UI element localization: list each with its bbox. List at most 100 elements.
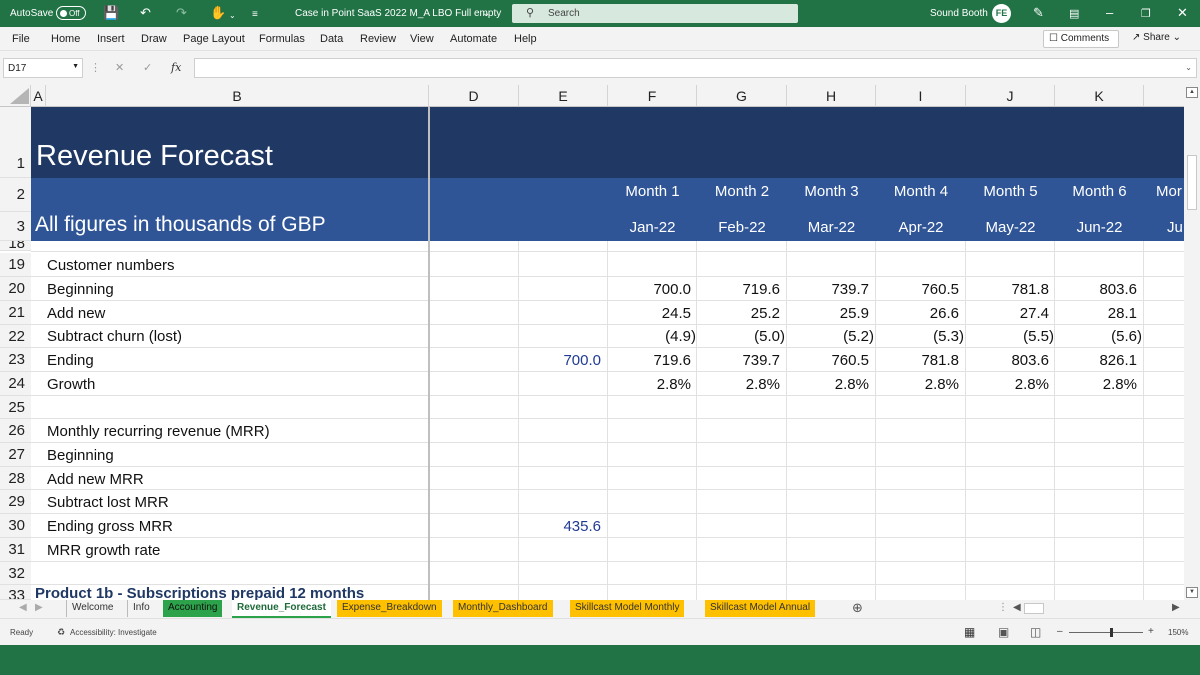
month-header[interactable]: Month 2	[697, 183, 787, 200]
row-header-29[interactable]: 29	[0, 490, 31, 514]
value-cell[interactable]: 739.7	[697, 352, 780, 369]
value-cell[interactable]: 2.8%	[966, 376, 1049, 393]
column-header-d[interactable]: D	[429, 85, 519, 107]
add-sheet-icon[interactable]: ⊕	[847, 600, 868, 617]
value-cell[interactable]: (5.6)	[1055, 328, 1142, 345]
value-cell[interactable]: (5.2)	[787, 328, 874, 345]
column-header-a[interactable]: A	[31, 85, 46, 107]
menu-review[interactable]: Review	[360, 33, 396, 45]
row-header-27[interactable]: 27	[0, 443, 31, 467]
cancel-icon[interactable]: ✕	[115, 61, 124, 74]
value-cell[interactable]: 719.6	[697, 281, 780, 298]
accessibility-status[interactable]: Accessibility: Investigate	[70, 628, 157, 637]
row-header-30[interactable]: 30	[0, 514, 31, 538]
name-box[interactable]: D17 ▼	[3, 58, 83, 78]
row-header-19[interactable]: 19	[0, 253, 31, 277]
sheet-tab-skillcast-annual[interactable]: Skillcast Model Annual	[705, 600, 816, 617]
value-cell[interactable]: 2.8%	[876, 376, 959, 393]
enter-icon[interactable]: ✓	[143, 61, 152, 74]
scroll-right-icon[interactable]: ▶	[1167, 600, 1185, 617]
row-header-32[interactable]: 32	[0, 562, 31, 585]
expand-formula-icon[interactable]: ⌄	[1185, 63, 1192, 72]
row-header-20[interactable]: 20	[0, 277, 31, 301]
row-label[interactable]: Growth	[47, 376, 95, 393]
input-cell[interactable]: 700.0	[519, 352, 601, 369]
month-header[interactable]: Month 5	[966, 183, 1055, 200]
minimize-icon[interactable]: –	[1106, 5, 1113, 21]
name-box-chevron-icon[interactable]: ▼	[72, 63, 79, 70]
accessibility-icon[interactable]: ♻	[57, 627, 65, 638]
column-header-f[interactable]: F	[608, 85, 697, 107]
value-cell[interactable]: (5.5)	[966, 328, 1054, 345]
value-cell[interactable]: 739.7	[787, 281, 869, 298]
column-header-b[interactable]: B	[46, 85, 429, 107]
search-box[interactable]: ⚲ Search	[512, 4, 798, 23]
value-cell[interactable]: 760.5	[787, 352, 869, 369]
value-cell[interactable]: 700.0	[608, 281, 691, 298]
value-cell[interactable]: 719.6	[608, 352, 691, 369]
row-label[interactable]: Ending gross MRR	[47, 518, 173, 535]
page-break-view-icon[interactable]: ◫	[1030, 625, 1041, 639]
horizontal-scrollbar-thumb[interactable]	[1024, 603, 1044, 614]
formula-options-icon[interactable]: ⋮	[90, 61, 101, 74]
value-cell[interactable]: 803.6	[966, 352, 1049, 369]
sheet-tab-welcome[interactable]: Welcome	[66, 600, 119, 617]
row-label[interactable]: Ending	[47, 352, 94, 369]
normal-view-icon[interactable]: ▦	[964, 625, 975, 639]
row-header-2[interactable]: 2	[0, 178, 31, 212]
zoom-in-icon[interactable]: +	[1148, 626, 1154, 637]
menu-page-layout[interactable]: Page Layout	[183, 33, 245, 45]
value-cell[interactable]: 2.8%	[608, 376, 691, 393]
ribbon-display-icon[interactable]: ▤	[1069, 6, 1079, 22]
value-cell[interactable]: 2.8%	[787, 376, 869, 393]
sheet-tab-expense-breakdown[interactable]: Expense_Breakdown	[337, 600, 442, 617]
sheet-tab-skillcast-monthly[interactable]: Skillcast Model Monthly	[570, 600, 685, 617]
month-header[interactable]: Month 3	[787, 183, 876, 200]
value-cell[interactable]: (5.0)	[697, 328, 785, 345]
scrollbar-thumb[interactable]	[1187, 155, 1197, 210]
page-layout-view-icon[interactable]: ▣	[998, 625, 1009, 639]
sheet-tab-info[interactable]: Info	[127, 600, 155, 617]
insert-function-icon[interactable]: fx	[171, 61, 181, 74]
worksheet-grid[interactable]: A B D E F G H I J K 1 2 3 18 19 20 21 22…	[0, 85, 1184, 600]
month-header[interactable]: Month 1	[608, 183, 697, 200]
row-header-31[interactable]: 31	[0, 538, 31, 562]
next-sheet-icon[interactable]: ▶	[30, 600, 48, 617]
formula-input[interactable]: ⌄	[194, 58, 1197, 78]
value-cell[interactable]: (4.9)	[608, 328, 696, 345]
menu-data[interactable]: Data	[320, 33, 343, 45]
value-cell[interactable]: 24.5	[608, 305, 691, 322]
sheet-subtitle[interactable]: All figures in thousands of GBP	[35, 213, 326, 237]
menu-file[interactable]: File	[12, 33, 30, 45]
value-cell[interactable]: 781.8	[876, 352, 959, 369]
value-cell[interactable]: 2.8%	[1055, 376, 1137, 393]
value-cell[interactable]: 26.6	[876, 305, 959, 322]
row-label[interactable]: Subtract lost MRR	[47, 494, 169, 511]
month-header[interactable]: Month 4	[876, 183, 966, 200]
touch-mode-icon[interactable]: ✋	[210, 5, 226, 21]
row-label[interactable]: Add new	[47, 305, 105, 322]
row-header-26[interactable]: 26	[0, 419, 31, 443]
row-header-28[interactable]: 28	[0, 467, 31, 490]
vertical-scrollbar[interactable]: ▲ ▼	[1184, 85, 1200, 600]
menu-automate[interactable]: Automate	[450, 33, 497, 45]
row-label[interactable]: Beginning	[47, 281, 114, 298]
zoom-slider-thumb[interactable]	[1110, 628, 1113, 637]
date-header[interactable]: Jun-22	[1055, 219, 1144, 236]
row-header-25[interactable]: 25	[0, 396, 31, 419]
scroll-up-icon[interactable]: ▲	[1186, 87, 1198, 98]
section-heading[interactable]: Product 1b - Subscriptions prepaid 12 mo…	[35, 585, 364, 600]
value-cell[interactable]: (5.3)	[876, 328, 964, 345]
date-header[interactable]: Jan-22	[608, 219, 697, 236]
menu-home[interactable]: Home	[51, 33, 80, 45]
month-header[interactable]: Month 6	[1055, 183, 1144, 200]
row-label[interactable]: MRR growth rate	[47, 542, 160, 559]
value-cell[interactable]: 27.4	[966, 305, 1049, 322]
row-header-3[interactable]: 3	[0, 212, 31, 241]
value-cell[interactable]: 2.8%	[697, 376, 780, 393]
column-header-k[interactable]: K	[1055, 85, 1144, 107]
date-header[interactable]: Mar-22	[787, 219, 876, 236]
value-cell[interactable]: 25.2	[697, 305, 780, 322]
touch-dropdown-icon[interactable]: ⌄	[229, 8, 236, 24]
avatar[interactable]: FE	[992, 4, 1011, 23]
